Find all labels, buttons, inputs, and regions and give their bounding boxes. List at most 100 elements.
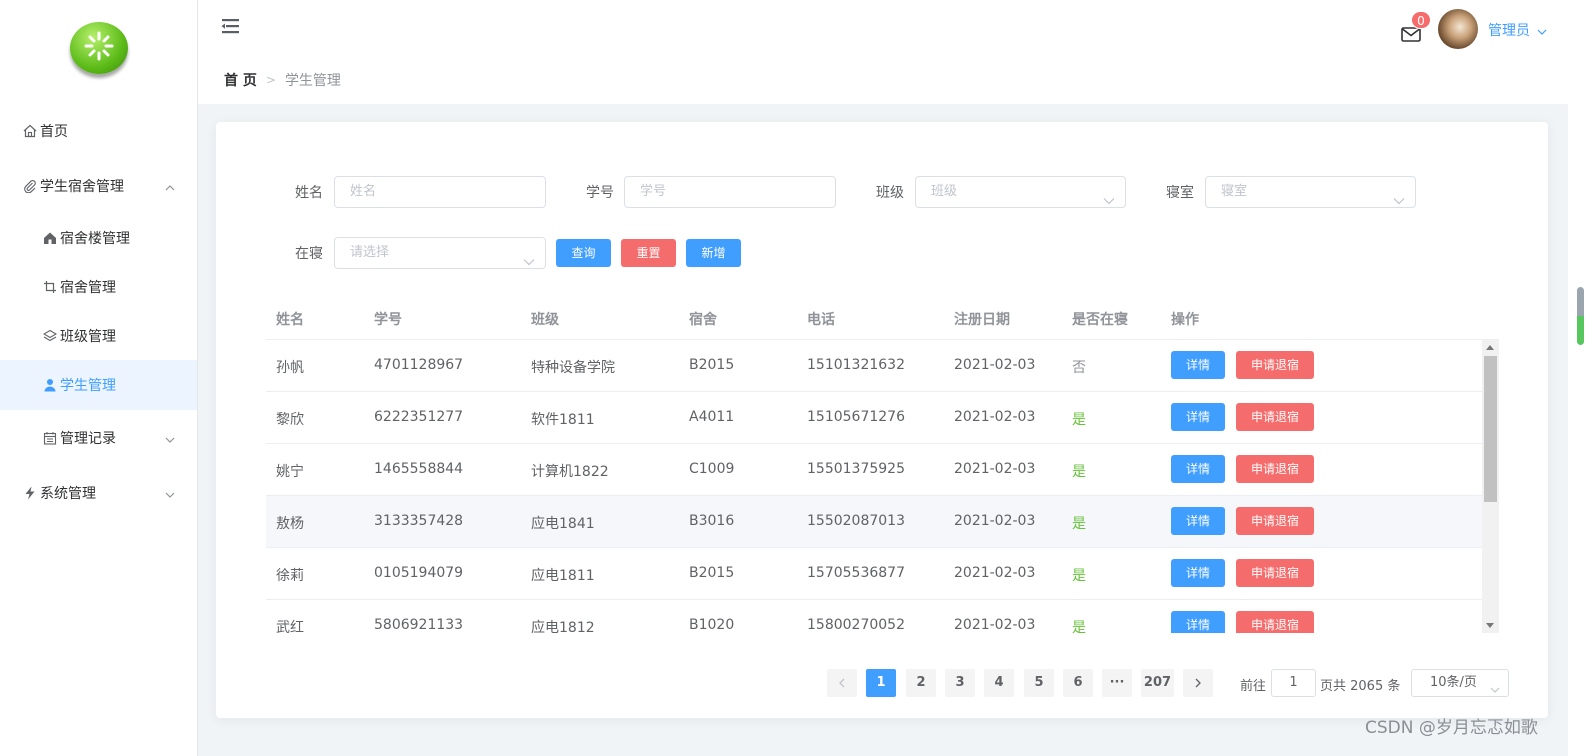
header: 首 页 > 学生管理 0 管理员	[198, 0, 1568, 104]
cell-phone: 15705536877	[807, 565, 905, 581]
sidebar-item-building[interactable]: 宿舍楼管理	[0, 213, 197, 263]
checkout-button[interactable]: 申请退宿	[1236, 559, 1314, 587]
lightning-icon	[22, 485, 38, 501]
sidebar-item-system[interactable]: 系统管理	[0, 468, 197, 518]
cell-in-dorm: 是	[1072, 412, 1086, 428]
page-button[interactable]: 5	[1024, 669, 1054, 697]
goto-page-input[interactable]: 1	[1271, 669, 1316, 697]
page-button[interactable]: 207	[1141, 669, 1174, 697]
page-button[interactable]: 1	[866, 669, 896, 697]
scroll-down-icon[interactable]	[1486, 623, 1494, 628]
sidebar-item-label: 管理记录	[60, 431, 116, 447]
id-label: 学号	[586, 185, 614, 201]
cell-date: 2021-02-03	[954, 409, 1036, 425]
detail-button[interactable]: 详情	[1171, 507, 1225, 535]
menu-toggle-icon[interactable]	[220, 16, 240, 36]
scrollbar-thumb[interactable]	[1484, 356, 1497, 502]
add-button[interactable]: 新增	[686, 239, 741, 267]
sidebar-item-class[interactable]: 班级管理	[0, 311, 197, 361]
cell-room: B2015	[689, 565, 735, 581]
checkout-button[interactable]: 申请退宿	[1236, 455, 1314, 483]
cell-name: 武红	[276, 620, 304, 633]
cell-id: 6222351277	[374, 409, 464, 425]
column-header-phone: 电话	[807, 312, 835, 328]
cell-name: 敖杨	[276, 516, 304, 532]
page-scrollbar-thumb[interactable]	[1577, 287, 1584, 345]
page-button[interactable]: 6	[1063, 669, 1093, 697]
cell-room: C1009	[689, 461, 735, 477]
name-input[interactable]: 姓名	[334, 176, 546, 208]
sidebar-item-home[interactable]: 首页	[0, 106, 197, 156]
student-table: 姓名 学号 班级 宿舍 电话 注册日期 是否在寝 操作 孙帆 470112896…	[266, 298, 1499, 633]
sidebar-item-records[interactable]: 管理记录	[0, 413, 197, 463]
class-placeholder: 班级	[931, 184, 958, 199]
page-size-value: 10条/页	[1430, 675, 1477, 690]
cell-class: 应电1841	[531, 516, 595, 532]
page-button[interactable]: 2	[906, 669, 936, 697]
reset-button[interactable]: 重置	[621, 239, 676, 267]
detail-button[interactable]: 详情	[1171, 455, 1225, 483]
page-button[interactable]: 4	[984, 669, 1014, 697]
chevron-down-icon	[1103, 187, 1115, 217]
breadcrumb-home[interactable]: 首 页	[224, 70, 257, 90]
cell-in-dorm: 是	[1072, 464, 1086, 480]
sidebar-item-dorm-management[interactable]: 学生宿舍管理	[0, 161, 197, 211]
chevron-down-icon	[1490, 678, 1500, 704]
detail-button[interactable]: 详情	[1171, 611, 1225, 633]
sidebar-item-room[interactable]: 宿舍管理	[0, 262, 197, 312]
cell-phone: 15105671276	[807, 409, 905, 425]
cell-name: 姚宁	[276, 464, 304, 480]
cell-date: 2021-02-03	[954, 513, 1036, 529]
id-placeholder: 学号	[640, 184, 667, 199]
cell-name: 徐莉	[276, 568, 304, 584]
page-size-select[interactable]: 10条/页	[1411, 669, 1509, 697]
page-button[interactable]: 3	[945, 669, 975, 697]
detail-button[interactable]: 详情	[1171, 559, 1225, 587]
in-dorm-select[interactable]: 请选择	[334, 237, 546, 269]
prev-page-button[interactable]	[827, 669, 857, 697]
column-header-in-dorm: 是否在寝	[1072, 312, 1128, 328]
checkout-button[interactable]: 申请退宿	[1236, 351, 1314, 379]
cell-date: 2021-02-03	[954, 357, 1036, 373]
page-scrollbar[interactable]	[1568, 0, 1594, 756]
id-input[interactable]: 学号	[624, 176, 836, 208]
cell-date: 2021-02-03	[954, 617, 1036, 633]
logo	[70, 22, 128, 78]
scroll-up-icon[interactable]	[1486, 345, 1494, 350]
column-header-date: 注册日期	[954, 312, 1010, 328]
checkout-button[interactable]: 申请退宿	[1236, 403, 1314, 431]
breadcrumb: 首 页 > 学生管理	[224, 70, 341, 90]
checkout-button[interactable]: 申请退宿	[1236, 611, 1314, 633]
sidebar-item-label: 学生宿舍管理	[40, 179, 124, 195]
query-button[interactable]: 查询	[556, 239, 611, 267]
table-scrollbar[interactable]	[1482, 340, 1499, 633]
cell-in-dorm: 否	[1072, 360, 1086, 376]
cell-date: 2021-02-03	[954, 565, 1036, 581]
cell-in-dorm: 是	[1072, 568, 1086, 584]
detail-button[interactable]: 详情	[1171, 351, 1225, 379]
in-dorm-label: 在寝	[295, 246, 323, 262]
column-header-room: 宿舍	[689, 312, 717, 328]
sidebar-item-label: 宿舍楼管理	[60, 231, 130, 247]
avatar[interactable]	[1438, 9, 1478, 49]
room-label: 寝室	[1166, 185, 1194, 201]
user-menu[interactable]: 管理员	[1488, 20, 1547, 40]
name-label: 姓名	[295, 185, 323, 201]
goto-prefix: 前往	[1240, 679, 1267, 694]
cell-date: 2021-02-03	[954, 461, 1036, 477]
table-header: 姓名 学号 班级 宿舍 电话 注册日期 是否在寝 操作	[266, 298, 1499, 340]
calendar-icon	[42, 430, 58, 446]
cell-class: 计算机1822	[531, 464, 609, 480]
cell-phone: 15501375925	[807, 461, 905, 477]
sidebar-item-student[interactable]: 学生管理	[0, 360, 197, 410]
next-page-button[interactable]	[1183, 669, 1213, 697]
class-select[interactable]: 班级	[915, 176, 1126, 208]
detail-button[interactable]: 详情	[1171, 403, 1225, 431]
table-row: 姚宁 1465558844 计算机1822 C1009 15501375925 …	[266, 444, 1482, 496]
cell-phone: 15502087013	[807, 513, 905, 529]
table-row: 武红 5806921133 应电1812 B1020 15800270052 2…	[266, 600, 1482, 633]
goto-suffix-total: 页共 2065 条	[1320, 679, 1401, 694]
more-pages-button[interactable]: ···	[1102, 669, 1132, 697]
room-select[interactable]: 寝室	[1205, 176, 1416, 208]
checkout-button[interactable]: 申请退宿	[1236, 507, 1314, 535]
